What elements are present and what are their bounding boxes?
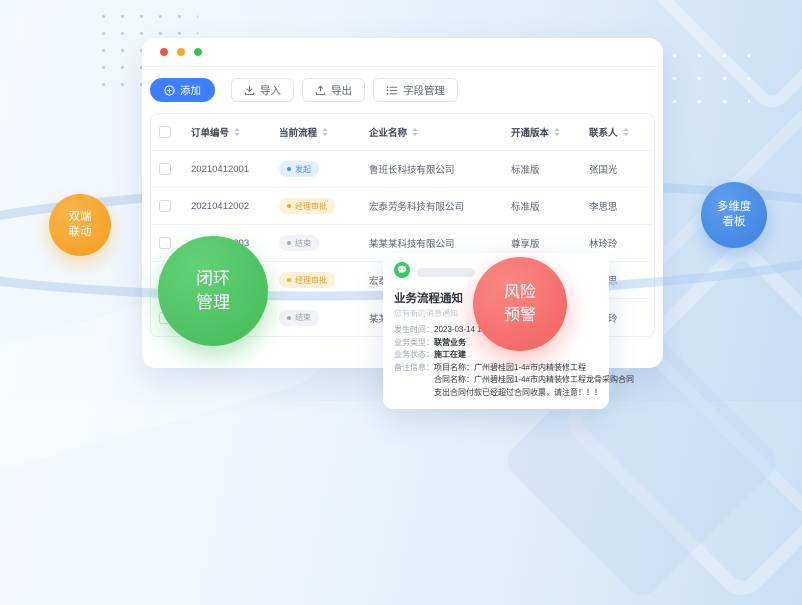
feature-badge-dual-link: 双端 联动 <box>49 194 111 256</box>
contact: 李思思 <box>576 199 654 213</box>
contact: 林玲玲 <box>576 236 654 250</box>
field-label: 备注信息： <box>394 362 434 400</box>
sort-icon[interactable] <box>412 128 418 136</box>
version: 尊享版 <box>498 236 576 250</box>
notification-app-name-placeholder <box>417 268 475 277</box>
flow-status-badge: 发起 <box>279 161 319 177</box>
sort-icon[interactable] <box>322 128 328 136</box>
sort-icon[interactable] <box>554 128 560 136</box>
company-name: 某某某科技有限公司 <box>356 236 498 250</box>
row-checkbox[interactable] <box>159 237 171 249</box>
download-icon <box>244 85 255 96</box>
sort-icon[interactable] <box>234 128 240 136</box>
feature-badge-multi-dashboard: 多维度 看板 <box>701 182 767 248</box>
select-all-checkbox[interactable] <box>159 126 171 138</box>
order-number: 20210412001 <box>178 164 266 175</box>
import-button-label: 导入 <box>260 83 281 98</box>
field-label: 业务状态： <box>394 349 434 362</box>
header-version[interactable]: 开通版本 <box>498 125 576 139</box>
header-contact[interactable]: 联系人 <box>576 125 654 139</box>
field-value: 施工在建 <box>434 349 466 362</box>
minimize-window-icon[interactable] <box>177 48 185 56</box>
field-label: 发生时间： <box>394 324 434 337</box>
version: 标准版 <box>498 162 576 176</box>
table-row: 20210412001 发起 鲁班长科技有限公司 标准版 张国光 <box>151 151 654 188</box>
field-management-button-label: 字段管理 <box>403 83 445 98</box>
add-button[interactable]: 添加 <box>150 78 215 102</box>
version: 标准版 <box>498 199 576 213</box>
company-name: 鲁班长科技有限公司 <box>356 162 498 176</box>
flow-status-badge: 结束 <box>279 310 319 326</box>
window-titlebar <box>142 38 663 67</box>
flow-status-badge: 经理审批 <box>279 198 335 214</box>
field-value: 联营业务 <box>434 337 466 350</box>
plus-circle-icon <box>164 85 175 96</box>
table-header-row: 订单编号 当前流程 企业名称 开通版本 联系人 <box>151 114 654 151</box>
field-label: 业务类型： <box>394 337 434 350</box>
header-company-name[interactable]: 企业名称 <box>356 125 498 139</box>
remark-lines: 项目名称：广州碧桂园1-4#市内精装修工程 合同名称：广州碧桂园1-4#市内精装… <box>434 362 634 400</box>
chat-icon <box>394 262 410 283</box>
header-order-number[interactable]: 订单编号 <box>178 125 266 139</box>
row-checkbox[interactable] <box>159 200 171 212</box>
header-current-flow[interactable]: 当前流程 <box>266 125 356 139</box>
list-icon <box>386 85 398 96</box>
toolbar: 添加 导入 导出 字段管理 <box>150 78 466 102</box>
add-button-label: 添加 <box>180 83 201 98</box>
feature-badge-closed-loop: 闭环 管理 <box>158 236 268 346</box>
flow-status-badge: 结束 <box>279 235 319 251</box>
order-number: 20210412002 <box>178 201 266 212</box>
export-button-label: 导出 <box>331 83 352 98</box>
sort-icon[interactable] <box>623 128 629 136</box>
row-checkbox[interactable] <box>159 163 171 175</box>
flow-status-badge: 经理审批 <box>279 272 335 288</box>
upload-icon <box>315 85 326 96</box>
close-window-icon[interactable] <box>160 48 168 56</box>
dot-grid-decoration <box>662 44 750 110</box>
export-button[interactable]: 导出 <box>302 78 365 102</box>
maximize-window-icon[interactable] <box>194 48 202 56</box>
table-row: 20210412002 经理审批 宏泰劳务科技有限公司 标准版 李思思 <box>151 188 654 225</box>
feature-badge-risk-warning: 风险 预警 <box>473 257 567 351</box>
import-button[interactable]: 导入 <box>231 78 294 102</box>
field-management-button[interactable]: 字段管理 <box>373 78 458 102</box>
company-name: 宏泰劳务科技有限公司 <box>356 199 498 213</box>
contact: 张国光 <box>576 162 654 176</box>
